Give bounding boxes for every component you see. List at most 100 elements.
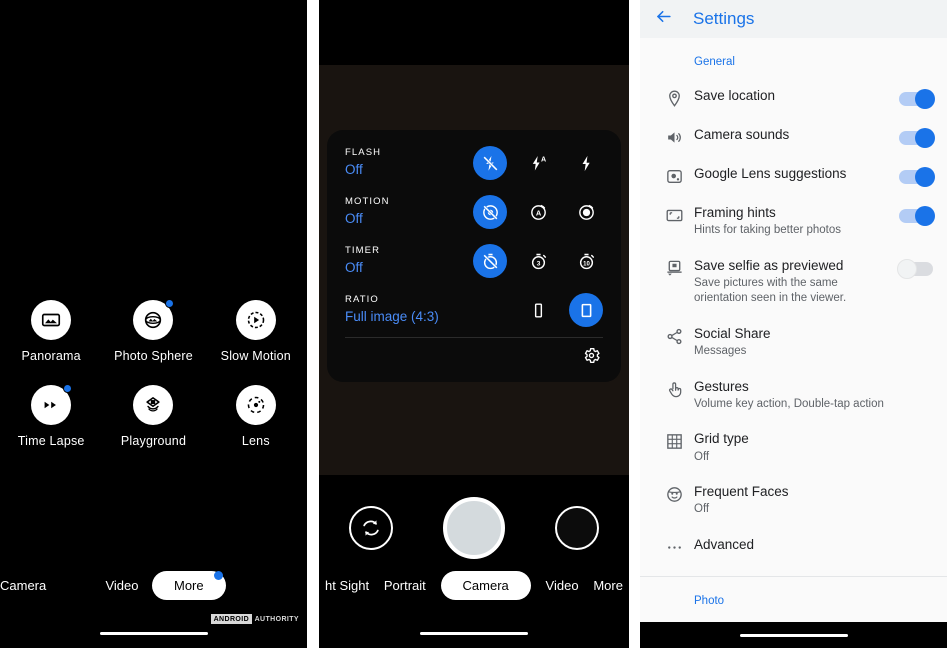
settings-row-sub: Messages [694, 345, 747, 358]
modebar-item-camera-selected[interactable]: Camera [440, 570, 531, 600]
viewfinder-top-bar [319, 0, 629, 65]
timer-3s-icon[interactable]: 3 [521, 244, 555, 278]
toggle-knob [915, 167, 935, 187]
quick-setting-value: Off [345, 211, 363, 226]
modebar-chip-label: Camera [462, 577, 509, 593]
settings-row-camera-sounds[interactable]: Camera sounds [640, 117, 947, 156]
toggle-save-selfie[interactable] [897, 258, 933, 279]
modebar-item-more-selected[interactable]: More [152, 570, 226, 600]
watermark: ANDROID AUTHORITY [211, 614, 299, 624]
motion-options: A [473, 195, 603, 229]
modes-grid: Panorama Photo Sphere Slow Motion Time L… [0, 299, 307, 448]
camera-controls [319, 497, 629, 559]
toggle-camera-sounds[interactable] [899, 128, 935, 148]
quick-settings-popup: FLASH Off A MOTION Off A TIMER Off 3 10 … [327, 130, 621, 382]
settings-row-label: Gestures [694, 378, 749, 394]
svg-text:A: A [541, 155, 546, 163]
nav-pill [99, 632, 208, 635]
panorama-icon [31, 300, 72, 340]
settings-list: General Save location Camera sounds Goog… [640, 38, 947, 638]
settings-row-text: Frequent Faces Off [694, 483, 933, 518]
quick-setting-text: TIMER Off [345, 244, 380, 275]
settings-row-text: Advanced [694, 536, 933, 554]
svg-text:3: 3 [536, 260, 540, 267]
settings-row-text: Save selfie as previewed Save pictures w… [694, 257, 899, 307]
modebar-item-camera[interactable]: Camera [0, 578, 92, 593]
svg-text:10: 10 [583, 261, 590, 267]
ratio-16-9-icon[interactable] [521, 293, 555, 327]
quick-setting-motion: MOTION Off A [345, 195, 603, 229]
mode-item-slow-motion[interactable]: Slow Motion [205, 300, 307, 363]
timer-10s-icon[interactable]: 10 [569, 244, 603, 278]
settings-row-text: Grid type Off [694, 430, 933, 465]
flash-auto-icon[interactable]: A [521, 146, 555, 180]
settings-row-text: Gestures Volume key action, Double-tap a… [694, 378, 933, 413]
mode-item-panorama[interactable]: Panorama [0, 300, 102, 363]
back-arrow-icon[interactable] [654, 7, 673, 31]
modebar-item-video[interactable]: Video [546, 578, 579, 593]
toggle-google-lens[interactable] [899, 167, 935, 187]
quick-setting-text: RATIO Full image (4:3) [345, 293, 439, 324]
settings-row-framing-hints[interactable]: Framing hints Hints for taking better ph… [640, 195, 947, 248]
section-header-photo-wrap: Photo [640, 577, 947, 609]
settings-row-social-share[interactable]: Social Share Messages [640, 316, 947, 369]
face-icon [654, 483, 694, 504]
ratio-4-3-icon[interactable] [569, 293, 603, 327]
settings-row-frequent-faces[interactable]: Frequent Faces Off [640, 474, 947, 527]
settings-row-advanced[interactable]: Advanced [640, 527, 947, 566]
modebar-item-more[interactable]: More [593, 578, 623, 593]
settings-row-label: Framing hints [694, 205, 776, 220]
gallery-thumbnail[interactable] [555, 506, 599, 550]
mode-item-lens[interactable]: Lens [205, 385, 307, 448]
quick-setting-timer: TIMER Off 3 10 [345, 244, 603, 278]
toggle-knob [897, 258, 917, 279]
settings-row-label: Grid type [694, 431, 749, 447]
settings-row-save-selfie[interactable]: Save selfie as previewed Save pictures w… [640, 248, 947, 316]
settings-row-label: Camera sounds [694, 127, 790, 142]
mode-label: Slow Motion [220, 349, 291, 363]
flash-off-icon[interactable] [473, 146, 507, 180]
mode-item-time-lapse[interactable]: Time Lapse [0, 384, 102, 448]
gear-icon[interactable] [582, 346, 601, 370]
toggle-save-location[interactable] [899, 89, 935, 109]
settings-row-grid-type[interactable]: Grid type Off [640, 421, 947, 474]
ratio-options [521, 293, 603, 327]
mode-label: Panorama [21, 349, 81, 363]
speaker-icon [654, 126, 694, 147]
timer-off-icon[interactable] [473, 244, 507, 278]
modebar-item-night-sight[interactable]: ht Sight [325, 578, 369, 593]
settings-row-save-location[interactable]: Save location [640, 78, 947, 117]
framing-hints-icon [654, 204, 694, 225]
settings-row-gestures[interactable]: Gestures Volume key action, Double-tap a… [640, 369, 947, 422]
new-badge-dot [63, 384, 73, 393]
toggle-knob [915, 89, 935, 109]
motion-on-icon[interactable] [569, 195, 603, 229]
toggle-framing-hints[interactable] [899, 206, 935, 226]
motion-auto-icon[interactable]: A [521, 195, 555, 229]
shutter-button[interactable] [443, 497, 505, 559]
settings-row-label: Save selfie as previewed [694, 257, 844, 273]
flip-camera-icon[interactable] [349, 506, 393, 550]
settings-header: Settings [640, 0, 947, 38]
settings-row-google-lens[interactable]: Google Lens suggestions [640, 156, 947, 195]
save-selfie-icon [654, 257, 694, 278]
modebar-item-video[interactable]: Video [92, 578, 152, 593]
settings-row-sub: Volume key action, Double-tap action [694, 397, 884, 410]
mode-label: Photo Sphere [114, 349, 193, 363]
motion-off-icon[interactable] [473, 195, 507, 229]
settings-row-label: Save location [694, 88, 776, 103]
nav-pill [420, 632, 528, 635]
watermark-box: ANDROID [211, 614, 252, 624]
mode-item-photo-sphere[interactable]: Photo Sphere [102, 299, 204, 363]
more-dots-icon [654, 536, 694, 557]
camera-more-modes-panel: Panorama Photo Sphere Slow Motion Time L… [0, 0, 307, 648]
modebar-item-portrait[interactable]: Portrait [384, 578, 426, 593]
flash-on-icon[interactable] [569, 146, 603, 180]
quick-setting-text: FLASH Off [345, 146, 381, 177]
quick-setting-ratio: RATIO Full image (4:3) [345, 293, 603, 327]
settings-row-text: Google Lens suggestions [694, 165, 899, 183]
quick-setting-value: Full image (4:3) [345, 309, 439, 324]
mode-item-playground[interactable]: Playground [102, 385, 204, 448]
page-title: Settings [693, 9, 755, 28]
flash-options: A [473, 146, 603, 180]
